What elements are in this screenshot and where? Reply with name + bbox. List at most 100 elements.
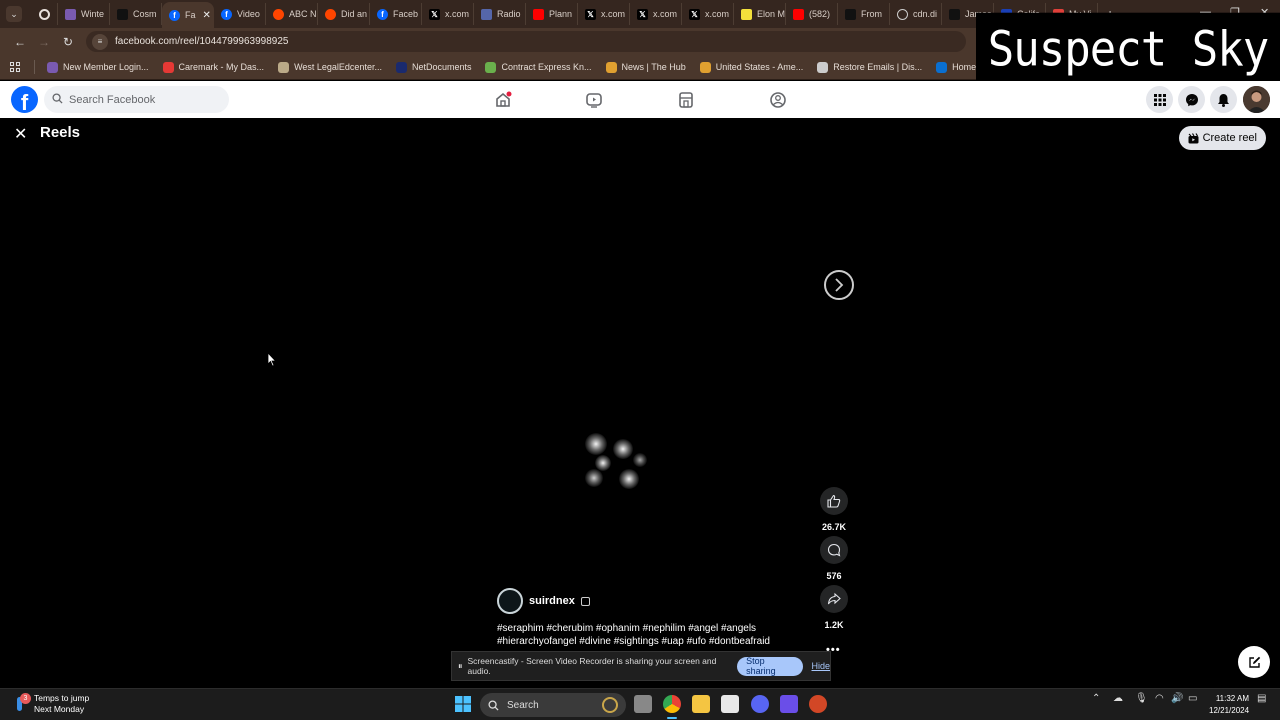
browser-tab[interactable]: Cosm bbox=[110, 3, 162, 25]
share-count: 1.2K bbox=[824, 620, 844, 630]
browser-tab[interactable] bbox=[32, 3, 58, 25]
onedrive-icon[interactable]: ☁ bbox=[1113, 693, 1123, 704]
bookmark-item[interactable]: Contract Express Kn... bbox=[485, 61, 592, 73]
url-bar[interactable]: ≡ facebook.com/reel/1044799963998925 bbox=[86, 31, 966, 52]
bookmark-item[interactable]: United States - Ame... bbox=[699, 61, 803, 73]
reel-icon bbox=[1188, 132, 1199, 143]
author-avatar[interactable] bbox=[497, 588, 523, 614]
browser-tab[interactable]: Radio bbox=[474, 3, 526, 25]
next-reel-button[interactable] bbox=[824, 270, 854, 300]
new-message-button[interactable] bbox=[1238, 646, 1270, 678]
menu-button[interactable] bbox=[1146, 86, 1173, 113]
reel-author[interactable]: suirdnex bbox=[497, 588, 590, 614]
browser-tab[interactable]: Plann bbox=[526, 3, 578, 25]
url-text[interactable]: facebook.com/reel/1044799963998925 bbox=[115, 36, 288, 47]
bookmark-item[interactable]: New Member Login... bbox=[47, 61, 149, 73]
bookmark-item[interactable]: NetDocuments bbox=[395, 61, 472, 73]
browser-tab[interactable]: Elon M bbox=[734, 3, 786, 25]
facebook-logo[interactable]: f bbox=[11, 86, 38, 113]
taskbar-search[interactable]: Search bbox=[480, 693, 626, 717]
browser-tab[interactable]: (582) bbox=[786, 3, 838, 25]
author-name[interactable]: suirdnex bbox=[529, 595, 575, 607]
bookmark-item[interactable]: Restore Emails | Dis... bbox=[817, 61, 922, 73]
share-button[interactable] bbox=[820, 585, 848, 613]
hide-notice-link[interactable]: Hide bbox=[811, 661, 830, 671]
bookmark-favicon-icon bbox=[278, 61, 290, 73]
wifi-icon[interactable]: ◠ bbox=[1155, 693, 1164, 704]
bookmark-item[interactable]: Caremark - My Das... bbox=[162, 61, 264, 73]
facebook-search-input[interactable]: Search Facebook bbox=[44, 86, 229, 113]
profile-photo-icon bbox=[1243, 86, 1270, 113]
tab-title: Fa bbox=[185, 10, 196, 20]
start-button[interactable] bbox=[454, 695, 472, 713]
browser-tab[interactable]: f Faceb bbox=[370, 3, 422, 25]
task-view-icon[interactable] bbox=[634, 695, 652, 713]
forward-button[interactable]: → bbox=[32, 35, 56, 49]
site-info-icon[interactable]: ≡ bbox=[92, 33, 108, 50]
browser-tab[interactable]: ABC N bbox=[266, 3, 318, 25]
messenger-button[interactable] bbox=[1178, 86, 1205, 113]
nav-groups[interactable] bbox=[767, 89, 789, 111]
x-icon: 𝕏 bbox=[689, 8, 700, 20]
thumbs-up-icon bbox=[827, 494, 841, 508]
close-reels-button[interactable]: ✕ bbox=[14, 124, 27, 144]
powerpoint-icon[interactable] bbox=[809, 695, 827, 713]
close-tab-icon[interactable]: ✕ bbox=[203, 10, 211, 21]
thermometer-icon: 3 bbox=[14, 693, 31, 715]
system-clock[interactable]: 11:32 AM 12/21/2024 bbox=[1209, 693, 1249, 717]
volume-icon[interactable]: 🔊 bbox=[1171, 693, 1183, 704]
browser-tab[interactable]: cdn.di bbox=[890, 3, 942, 25]
bookmark-favicon-icon bbox=[485, 61, 497, 73]
browser-tab[interactable]: 𝕏x.com bbox=[630, 3, 682, 25]
weather-widget[interactable]: 3 Temps to jump Next Monday bbox=[14, 693, 89, 715]
like-action[interactable]: 26.7K bbox=[820, 487, 848, 532]
stop-sharing-button[interactable]: Stop sharing bbox=[737, 656, 804, 676]
bookmark-favicon-icon bbox=[395, 61, 407, 73]
search-icon bbox=[488, 699, 499, 711]
comment-action[interactable]: 576 bbox=[820, 536, 848, 581]
nav-home[interactable] bbox=[492, 89, 514, 111]
browser-tab[interactable]: f Fa ✕ bbox=[162, 2, 214, 28]
profile-avatar[interactable] bbox=[1243, 86, 1270, 113]
bookmark-favicon-icon bbox=[605, 61, 617, 73]
notifications-button[interactable] bbox=[1210, 86, 1237, 113]
tab-title: Cosm bbox=[133, 9, 157, 19]
share-action[interactable]: 1.2K bbox=[820, 585, 848, 630]
browser-tab[interactable]: From bbox=[838, 3, 890, 25]
browser-tab[interactable]: f Video bbox=[214, 3, 266, 25]
create-reel-button[interactable]: Create reel bbox=[1178, 126, 1266, 150]
reload-button[interactable]: ↻ bbox=[56, 35, 80, 49]
battery-icon[interactable]: ▭ bbox=[1188, 693, 1197, 704]
file-explorer-icon[interactable] bbox=[692, 695, 710, 713]
notification-center-icon[interactable]: ▤ bbox=[1257, 693, 1266, 704]
comment-button[interactable] bbox=[820, 536, 848, 564]
clock-time: 11:32 AM bbox=[1215, 694, 1250, 703]
chrome-icon[interactable] bbox=[663, 695, 681, 713]
browser-tab[interactable]: Winte bbox=[58, 3, 110, 25]
browser-tab[interactable]: 𝕏x.com bbox=[578, 3, 630, 25]
like-button[interactable] bbox=[820, 487, 848, 515]
video-frame-light-cluster[interactable] bbox=[575, 425, 655, 495]
tab-search-button[interactable]: ⌄ bbox=[6, 6, 22, 22]
nav-marketplace[interactable] bbox=[675, 89, 697, 111]
weather-title: Temps to jump bbox=[34, 693, 90, 703]
show-hidden-icons-button[interactable]: ⌃ bbox=[1092, 693, 1100, 704]
pause-icon: ⏸ bbox=[458, 660, 463, 671]
bookmark-item[interactable]: West LegalEdcenter... bbox=[278, 61, 382, 73]
tab-title: Did an bbox=[341, 9, 368, 19]
back-button[interactable]: ← bbox=[8, 35, 32, 49]
microphone-icon[interactable]: 🎙 bbox=[1135, 693, 1148, 704]
vivaldi-icon[interactable] bbox=[780, 695, 798, 713]
like-count: 26.7K bbox=[821, 522, 847, 532]
browser-tab[interactable]: 𝕏x.com bbox=[422, 3, 474, 25]
bookmark-item[interactable]: News | The Hub bbox=[605, 61, 686, 73]
apps-grid-icon[interactable] bbox=[10, 62, 20, 72]
discord-icon[interactable] bbox=[751, 695, 769, 713]
search-placeholder: Search Facebook bbox=[69, 93, 156, 106]
nav-video[interactable] bbox=[583, 89, 605, 111]
reel-caption: #seraphim #cherubim #ophanim #nephilim #… bbox=[497, 622, 797, 648]
microsoft-store-icon[interactable] bbox=[721, 695, 739, 713]
browser-tab[interactable]: 𝕏x.com bbox=[682, 3, 734, 25]
browser-tab[interactable]: Did an bbox=[318, 3, 370, 25]
bookmark-label: NetDocuments bbox=[411, 62, 472, 72]
